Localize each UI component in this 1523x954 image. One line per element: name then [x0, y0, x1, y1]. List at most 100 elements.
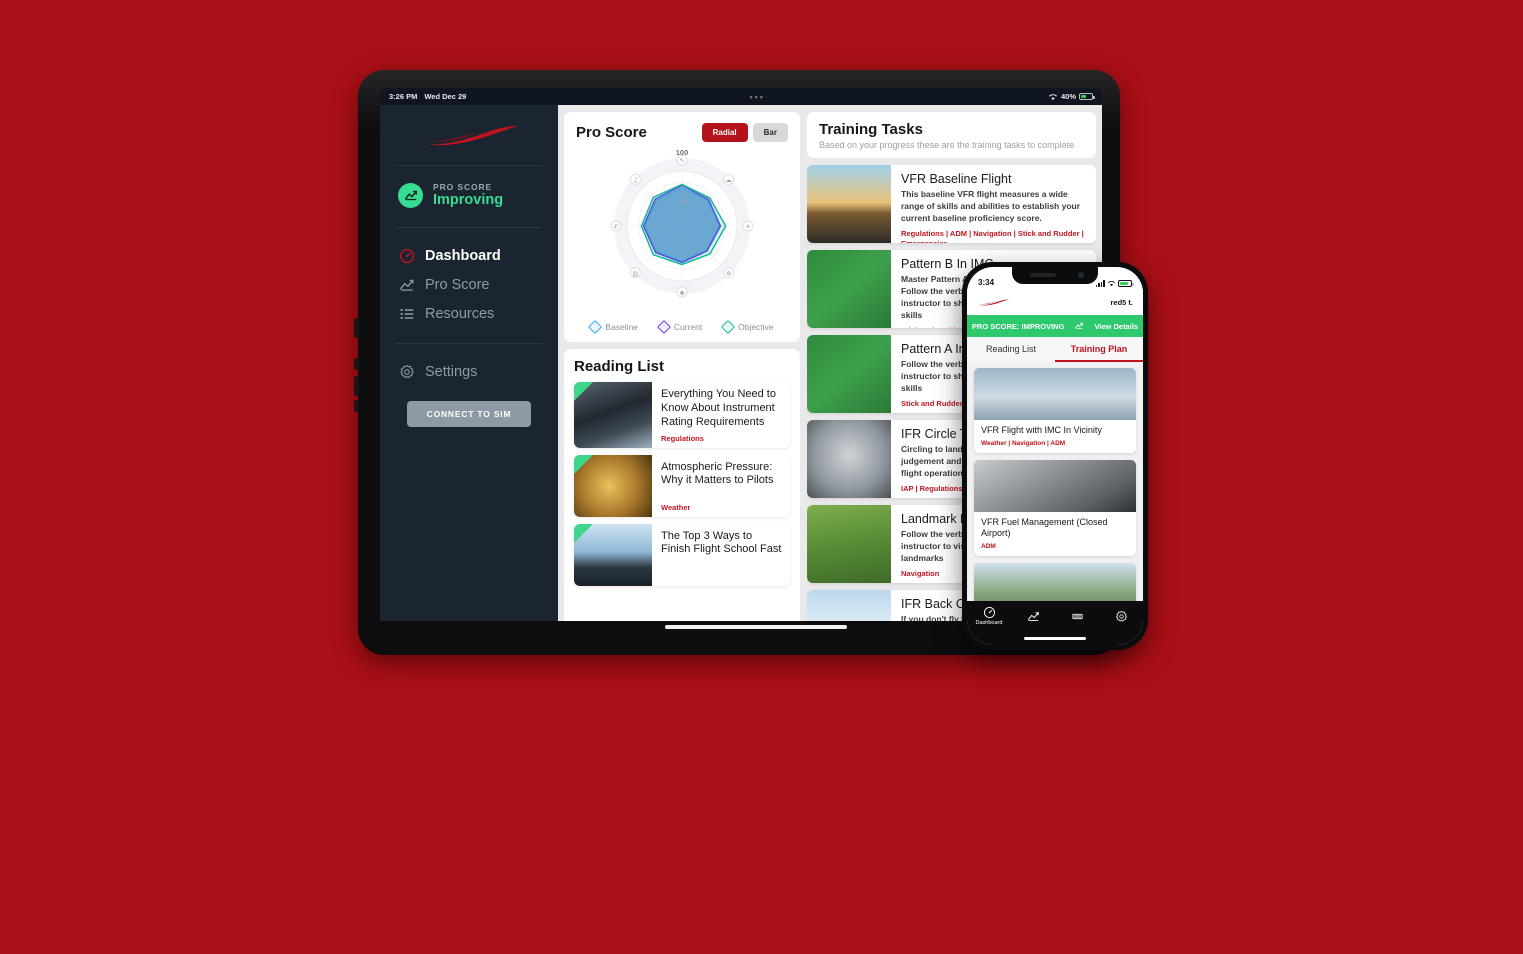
tab-training-plan[interactable]: Training Plan — [1055, 337, 1143, 362]
training-tasks-header: Training Tasks Based on your progress th… — [807, 112, 1096, 158]
phone-tabs: Reading List Training Plan — [967, 337, 1143, 362]
reading-item-title: Everything You Need to Know About Instru… — [661, 388, 776, 428]
phone-view-details-button[interactable]: View Details — [1094, 322, 1138, 331]
red5-swoosh-logo — [422, 125, 518, 146]
tablet-side-button-3[interactable] — [354, 376, 359, 396]
battery-icon — [1079, 93, 1095, 100]
phone-notch — [1012, 267, 1098, 284]
tablet-side-button-1[interactable] — [354, 318, 359, 338]
phone-card-thumbnail — [974, 368, 1136, 420]
chart-line-icon — [1027, 611, 1039, 621]
cellular-signal-icon — [1095, 280, 1105, 287]
reading-list-item[interactable]: ✓ Everything You Need to Know About Instr… — [574, 382, 790, 448]
sidebar-pro-score-status[interactable]: PRO SCORE Improving — [396, 180, 542, 213]
phone-home-indicator — [967, 631, 1143, 645]
reading-item-tags: Regulations — [661, 433, 704, 443]
tablet-status-bar: 3:26 PM Wed Dec 29 ••• 40% — [380, 88, 1102, 105]
reading-item-tags — [661, 577, 782, 581]
sidebar-divider-1 — [396, 165, 542, 166]
phone-card-tags: Weather | Navigation | ADM — [981, 439, 1066, 447]
radio-icon: ◉ — [676, 286, 688, 298]
pro-score-card: Pro Score Radial Bar ✎ ☁ ✈ ⚙ ◉ ▤ ✆ ♫ 100 20 — [564, 112, 800, 342]
radar-chart[interactable]: ✎ ☁ ✈ ⚙ ◉ ▤ ✆ ♫ 100 20 — [576, 142, 788, 318]
tab-reading-list[interactable]: Reading List — [967, 337, 1055, 362]
pro-score-label: PRO SCORE — [433, 182, 493, 192]
battery-icon: ▤ — [629, 267, 641, 279]
phone-bottom-nav: Dashboard — [967, 601, 1143, 631]
legend-label: Objective — [738, 322, 774, 332]
phone-training-card[interactable] — [974, 563, 1136, 601]
sidebar-item-settings[interactable]: Settings — [396, 358, 542, 387]
chart-legend: Baseline Current Objective — [576, 318, 788, 335]
sidebar: PRO SCORE Improving Dashboard Pro Score — [380, 105, 558, 633]
phone-user-label[interactable]: red5 t. — [1110, 298, 1133, 307]
sidebar-item-pro-score[interactable]: Pro Score — [396, 271, 542, 300]
phone-screen: 3:34 red5 t. PRO SCORE: IMPROVING View D… — [967, 267, 1143, 645]
sidebar-item-label: Settings — [425, 364, 478, 381]
svg-text:♫: ♫ — [633, 177, 638, 184]
phone-card-title: VFR Fuel Management (Closed Airport) — [981, 516, 1108, 539]
svg-text:100: 100 — [676, 148, 689, 157]
svg-text:▤: ▤ — [632, 270, 638, 277]
sidebar-item-resources[interactable]: Resources — [396, 300, 542, 329]
phone-card-tags: ADM — [981, 543, 996, 551]
sidebar-item-label: Pro Score — [425, 277, 490, 294]
phone-card-list[interactable]: VFR Flight with IMC In Vicinity Weather |… — [967, 362, 1143, 601]
sidebar-item-label: Dashboard — [425, 248, 501, 265]
training-task-title: VFR Baseline Flight — [901, 172, 1012, 186]
red5-swoosh-logo — [978, 298, 1010, 306]
phone-nav-pro-score[interactable] — [1011, 610, 1055, 623]
training-tasks-title: Training Tasks — [819, 121, 923, 138]
gauge-icon — [983, 606, 995, 619]
svg-text:✆: ✆ — [613, 224, 618, 231]
phone-nav-resources[interactable] — [1055, 610, 1099, 623]
battery-icon — [1117, 280, 1134, 287]
training-task-item[interactable]: VFR Baseline Flight This baseline VFR fli… — [807, 165, 1096, 243]
chart-trend-up-icon — [398, 182, 423, 208]
legend-swatch — [656, 319, 671, 335]
training-task-thumbnail — [807, 505, 891, 583]
training-task-thumbnail — [807, 250, 891, 328]
svg-text:◉: ◉ — [679, 290, 684, 297]
phone-header: red5 t. — [967, 289, 1143, 315]
legend-swatch — [588, 319, 603, 335]
phone-training-card[interactable]: VFR Flight with IMC In Vicinity Weather |… — [974, 368, 1136, 453]
phone-nav-settings[interactable] — [1099, 610, 1143, 623]
legend-item-objective: Objective — [721, 319, 774, 335]
reading-list-card: Reading List ✓ Everything You Need to Kno… — [564, 349, 800, 633]
toggle-radial-button[interactable]: Radial — [701, 123, 748, 142]
gear-icon — [1115, 610, 1127, 621]
wifi-icon — [1107, 281, 1116, 287]
sidebar-divider-2 — [396, 226, 542, 228]
list-icon — [1071, 613, 1083, 619]
completed-check-icon: ✓ — [574, 454, 593, 474]
legend-item-baseline: Baseline — [588, 319, 639, 335]
wifi-icon — [1048, 93, 1057, 100]
phone-training-card[interactable]: VFR Fuel Management (Closed Airport) ADM — [974, 459, 1136, 557]
toggle-bar-button[interactable]: Bar — [752, 123, 788, 142]
reading-item-title: The Top 3 Ways to Finish Flight School F… — [661, 529, 782, 556]
training-task-description: This baseline VFR flight measures a wide… — [901, 189, 1081, 223]
status-center-dots: ••• — [749, 91, 765, 102]
reading-list-item[interactable]: ✓ Atmospheric Pressure: Why it Matters to… — [574, 454, 790, 517]
sidebar-divider-3 — [396, 342, 542, 344]
legend-label: Baseline — [605, 322, 639, 332]
sidebar-item-dashboard[interactable]: Dashboard — [396, 242, 542, 271]
svg-text:✈: ✈ — [745, 224, 750, 231]
gauge-icon — [398, 248, 415, 265]
reading-list-title: Reading List — [574, 358, 665, 375]
reading-list-item[interactable]: ✓ The Top 3 Ways to Finish Flight School … — [574, 523, 790, 586]
sidebar-item-label: Resources — [425, 306, 495, 323]
chart-line-icon — [398, 277, 415, 294]
tablet-side-button-2[interactable] — [354, 358, 359, 370]
phone-nav-dashboard[interactable]: Dashboard — [967, 606, 1011, 626]
phone-icon: ✆ — [610, 220, 622, 232]
cloud-icon: ☁ — [723, 173, 735, 185]
reading-list-items: ✓ Everything You Need to Know About Instr… — [574, 382, 790, 586]
tablet-side-button-4[interactable] — [354, 400, 359, 412]
car-icon: ⚙ — [723, 267, 735, 279]
pro-score-card-title: Pro Score — [576, 124, 647, 141]
status-battery-percent: 40% — [1060, 92, 1076, 101]
connect-to-sim-button[interactable]: CONNECT TO SIM — [407, 400, 531, 427]
reading-item-thumbnail: ✓ — [574, 454, 652, 517]
